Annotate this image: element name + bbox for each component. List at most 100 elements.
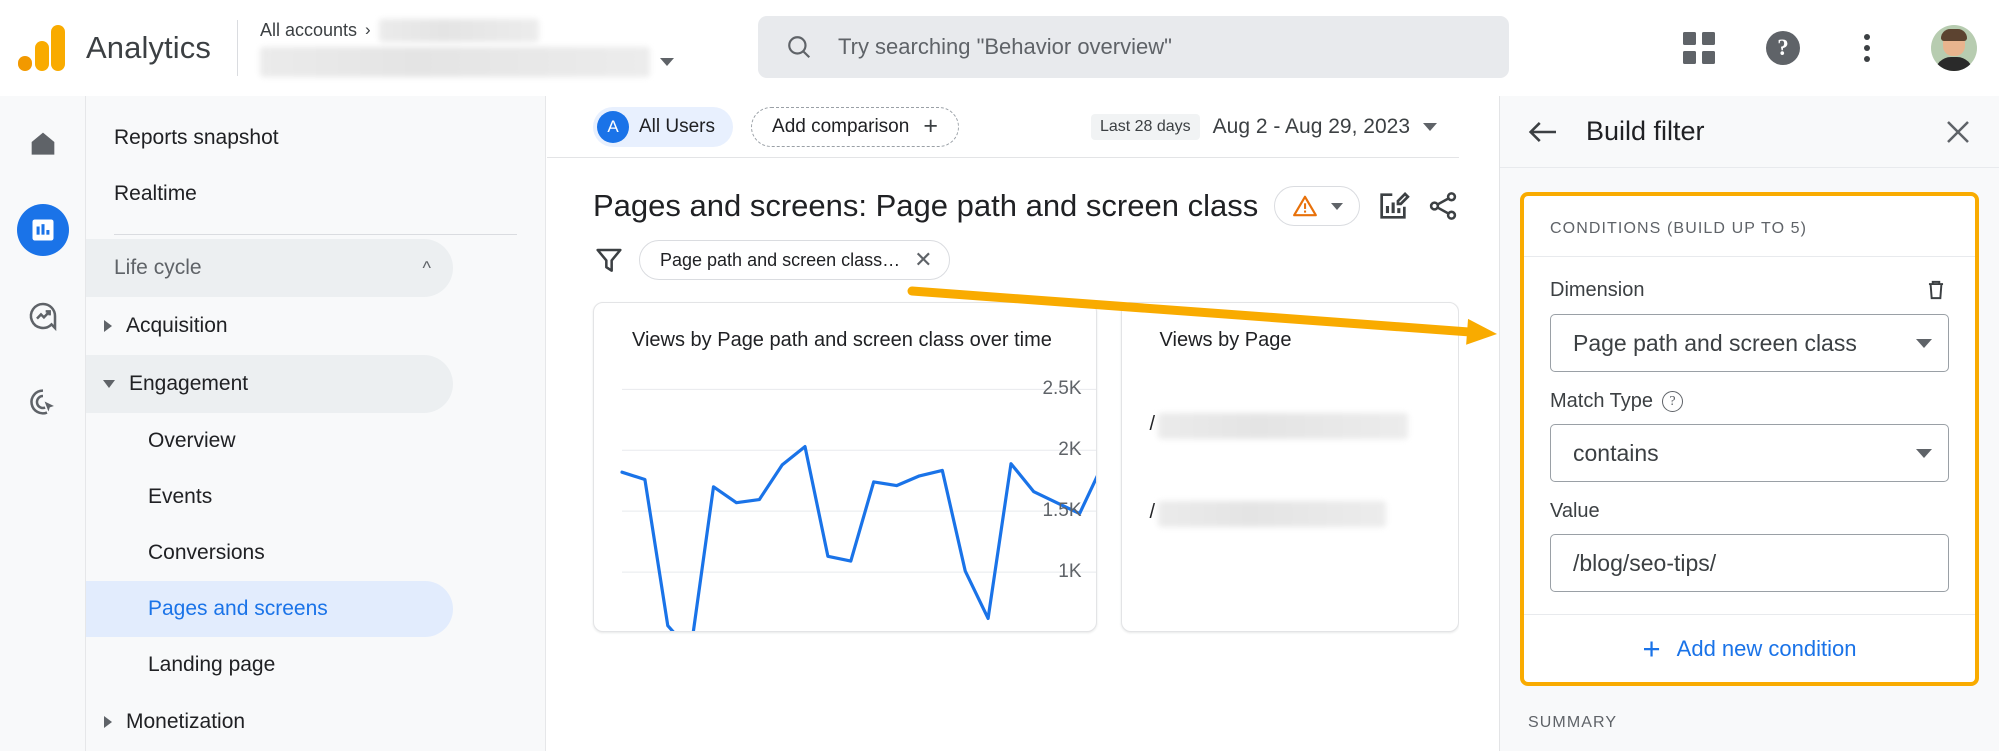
search-bar[interactable] bbox=[758, 16, 1509, 78]
row-path-prefix: / bbox=[1150, 501, 1156, 524]
sidebar-section-monetization[interactable]: Monetization bbox=[86, 693, 545, 751]
edit-chart-icon bbox=[1376, 189, 1410, 223]
main-content: A All Users Add comparison + Last 28 day… bbox=[547, 96, 1459, 751]
property-selector-row[interactable] bbox=[260, 47, 674, 77]
help-icon[interactable]: ? bbox=[1662, 391, 1683, 412]
sidebar-section-engagement[interactable]: Engagement bbox=[86, 355, 453, 413]
sidebar-nav: Reports snapshot Realtime Life cycle ^ A… bbox=[86, 96, 546, 751]
sidebar-group-life-cycle[interactable]: Life cycle ^ bbox=[86, 239, 453, 297]
account-selector[interactable]: All accounts › bbox=[260, 19, 674, 77]
sidebar-item-realtime[interactable]: Realtime bbox=[86, 166, 545, 222]
breadcrumb-all-accounts[interactable]: All accounts bbox=[260, 20, 357, 41]
summary-heading: SUMMARY bbox=[1520, 686, 1979, 732]
plus-icon: + bbox=[923, 114, 938, 139]
audience-avatar: A bbox=[597, 111, 629, 143]
value-label: Value bbox=[1550, 500, 1949, 523]
chart-y-tick-label: 1K bbox=[1058, 561, 1081, 583]
sidebar-item-label: Reports snapshot bbox=[114, 126, 279, 150]
triangle-right-icon bbox=[104, 320, 112, 332]
header-actions: ? bbox=[1679, 0, 1977, 96]
chevron-down-icon[interactable] bbox=[1916, 449, 1932, 458]
match-type-label-row: Match Type ? bbox=[1550, 390, 1949, 413]
more-options-button[interactable] bbox=[1847, 28, 1887, 68]
chart-y-axis-labels: 2.5K 2K 1.5K 1K bbox=[996, 365, 1082, 632]
reports-icon bbox=[29, 216, 57, 244]
match-type-label: Match Type bbox=[1550, 390, 1653, 413]
sidebar-item-label: Events bbox=[148, 485, 212, 509]
chart-y-tick-label: 2.5K bbox=[1042, 378, 1081, 400]
match-type-select[interactable]: contains bbox=[1550, 424, 1949, 482]
add-comparison-button[interactable]: Add comparison + bbox=[751, 107, 959, 147]
rail-item-reports[interactable] bbox=[17, 204, 69, 256]
conditions-heading: CONDITIONS (BUILD UP TO 5) bbox=[1524, 196, 1975, 257]
account-breadcrumb[interactable]: All accounts › bbox=[260, 19, 674, 41]
triangle-down-icon bbox=[103, 380, 115, 388]
sidebar-item-label: Pages and screens bbox=[148, 597, 328, 621]
chevron-down-icon[interactable] bbox=[1916, 339, 1932, 348]
sidebar-item-pages-and-screens[interactable]: Pages and screens bbox=[86, 581, 453, 637]
table-row[interactable]: / bbox=[1150, 501, 1459, 589]
filter-icon bbox=[593, 244, 625, 276]
add-new-condition-button[interactable]: + Add new condition bbox=[1524, 614, 1975, 682]
timeseries-card: Views by Page path and screen class over… bbox=[593, 302, 1097, 632]
active-filter-chip[interactable]: Page path and screen class… ✕ bbox=[639, 240, 950, 280]
icon-rail bbox=[0, 96, 86, 751]
report-title-row: Pages and screens: Page path and screen … bbox=[547, 186, 1459, 226]
chevron-up-icon[interactable]: ^ bbox=[423, 258, 431, 279]
google-analytics-logo-icon bbox=[18, 25, 64, 71]
apps-grid-button[interactable] bbox=[1679, 28, 1719, 68]
sidebar-section-acquisition[interactable]: Acquisition bbox=[86, 297, 545, 355]
explore-icon bbox=[27, 300, 59, 332]
row-path-redacted bbox=[1158, 501, 1386, 527]
panel-title: Build filter bbox=[1586, 116, 1917, 147]
close-icon[interactable] bbox=[1943, 117, 1973, 147]
data-quality-warning-chip[interactable] bbox=[1274, 186, 1360, 226]
report-cards: Views by Page path and screen class over… bbox=[593, 302, 1459, 632]
rail-item-advertising[interactable] bbox=[17, 376, 69, 428]
sidebar-item-reports-snapshot[interactable]: Reports snapshot bbox=[86, 110, 545, 166]
dimension-value: Page path and screen class bbox=[1573, 330, 1916, 357]
help-button[interactable]: ? bbox=[1763, 28, 1803, 68]
rail-item-explore[interactable] bbox=[17, 290, 69, 342]
chart-y-tick-label: 2K bbox=[1058, 439, 1081, 461]
breadcrumb-chevron-icon: › bbox=[365, 20, 371, 40]
audience-chip-all-users[interactable]: A All Users bbox=[593, 107, 733, 147]
avatar[interactable] bbox=[1931, 25, 1977, 71]
dimension-select[interactable]: Page path and screen class bbox=[1550, 314, 1949, 372]
sidebar-group-label: Life cycle bbox=[114, 256, 202, 280]
trash-icon[interactable] bbox=[1923, 277, 1949, 303]
date-range-picker[interactable]: Last 28 days Aug 2 - Aug 29, 2023 bbox=[1091, 114, 1437, 140]
chevron-down-icon[interactable] bbox=[1331, 203, 1343, 210]
sidebar-item-label: Realtime bbox=[114, 182, 197, 206]
warning-triangle-icon bbox=[1291, 193, 1319, 219]
edit-report-button[interactable] bbox=[1376, 186, 1410, 226]
add-new-condition-label: Add new condition bbox=[1677, 636, 1857, 662]
chevron-down-icon[interactable] bbox=[660, 58, 674, 66]
sidebar-item-landing-page[interactable]: Landing page bbox=[86, 637, 453, 693]
sidebar-item-label: Overview bbox=[148, 429, 236, 453]
date-range-badge: Last 28 days bbox=[1091, 114, 1200, 140]
help-icon: ? bbox=[1766, 31, 1800, 65]
close-icon[interactable]: ✕ bbox=[914, 249, 932, 271]
table-row[interactable]: / bbox=[1150, 413, 1459, 501]
sidebar-item-overview[interactable]: Overview bbox=[86, 413, 453, 469]
value-input[interactable] bbox=[1550, 534, 1949, 592]
date-range-text: Aug 2 - Aug 29, 2023 bbox=[1213, 115, 1410, 139]
chevron-down-icon[interactable] bbox=[1423, 123, 1437, 131]
active-filter-label: Page path and screen class… bbox=[660, 250, 900, 271]
search-input[interactable] bbox=[838, 34, 1458, 60]
share-report-button[interactable] bbox=[1426, 186, 1459, 226]
back-arrow-icon[interactable] bbox=[1526, 119, 1560, 145]
dimension-label: Dimension bbox=[1550, 279, 1644, 302]
active-filter-row: Page path and screen class… ✕ bbox=[547, 240, 1459, 280]
rail-item-home[interactable] bbox=[17, 118, 69, 170]
sidebar-item-conversions[interactable]: Conversions bbox=[86, 525, 453, 581]
account-name-redacted bbox=[379, 19, 539, 42]
analytics-page: Analytics All accounts › bbox=[0, 0, 1999, 751]
property-name-redacted bbox=[260, 47, 650, 77]
dimension-label-row: Dimension bbox=[1550, 277, 1949, 303]
sidebar-item-events[interactable]: Events bbox=[86, 469, 453, 525]
row-path-redacted bbox=[1158, 413, 1408, 439]
app-header: Analytics All accounts › bbox=[0, 0, 1999, 96]
chart-y-tick-label: 1.5K bbox=[1042, 500, 1081, 522]
